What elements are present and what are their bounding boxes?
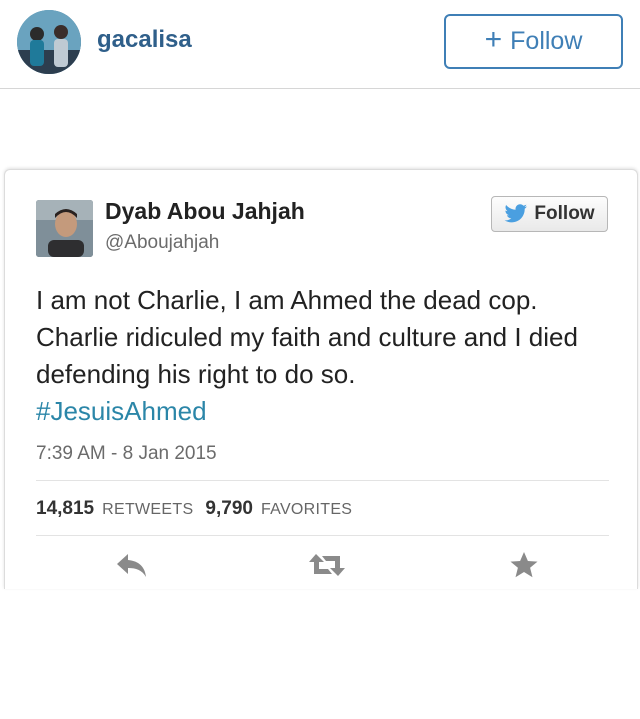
retweets-label[interactable]: RETWEETS xyxy=(102,501,193,519)
tweet-text-block: I am not Charlie, I am Ahmed the dead co… xyxy=(36,282,616,430)
reply-icon[interactable] xyxy=(115,550,146,580)
favorite-icon[interactable] xyxy=(509,550,539,580)
instagram-header: gacalisa + Follow xyxy=(0,0,640,89)
tweet-follow-label: Follow xyxy=(534,203,595,224)
tweet-author-name[interactable]: Dyab Abou Jahjah xyxy=(105,198,305,225)
tweet-follow-button[interactable]: Follow xyxy=(491,196,608,232)
tweet-hashtag-link[interactable]: #JesuisAhmed xyxy=(36,396,207,426)
retweets-count[interactable]: 14,815 xyxy=(36,498,94,520)
tweet-timestamp[interactable]: 7:39 AM - 8 Jan 2015 xyxy=(36,443,217,465)
user-avatar[interactable] xyxy=(17,10,81,74)
favorites-count[interactable]: 9,790 xyxy=(205,498,253,520)
divider xyxy=(36,535,609,536)
avatar-photo-icon xyxy=(17,10,81,74)
username[interactable]: gacalisa xyxy=(97,26,192,54)
retweet-icon[interactable] xyxy=(308,550,346,580)
tweet-author-handle[interactable]: @Aboujahjah xyxy=(105,232,219,254)
twitter-bird-icon xyxy=(504,204,528,223)
favorites-label[interactable]: FAVORITES xyxy=(261,501,352,519)
follow-button-label: Follow xyxy=(510,27,583,55)
author-photo-icon xyxy=(36,200,93,257)
divider xyxy=(36,480,609,481)
tweet-stats: 14,815 RETWEETS 9,790 FAVORITES xyxy=(36,498,352,520)
follow-button[interactable]: + Follow xyxy=(444,14,623,69)
tweet-text: I am not Charlie, I am Ahmed the dead co… xyxy=(36,285,578,389)
tweet-author-avatar[interactable] xyxy=(36,200,93,257)
embedded-tweet-card: Dyab Abou Jahjah @Aboujahjah Follow I am… xyxy=(4,169,638,589)
plus-icon: + xyxy=(484,23,503,56)
